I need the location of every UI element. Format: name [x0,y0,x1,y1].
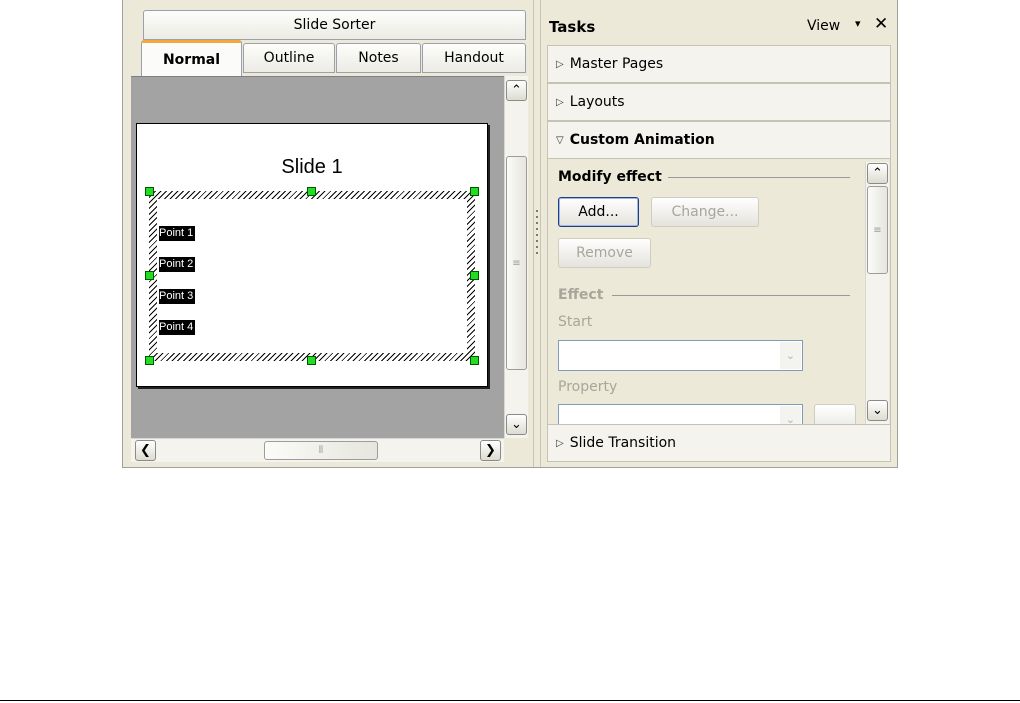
grip-dot [536,228,538,230]
task-pane-title: Tasks [549,18,596,36]
content-area[interactable]: Point 1 Point 2 Point 3 Point 4 [157,199,467,353]
grip-dot [536,216,538,218]
chevron-down-icon: ⌄ [511,417,522,432]
chevron-down-icon[interactable]: ⌄ [780,342,801,369]
group-divider [612,295,850,296]
start-select[interactable]: ⌄ [558,340,803,371]
scroll-down-button[interactable]: ⌄ [506,414,527,435]
resize-handle-bottom-right[interactable] [470,356,479,365]
section-label: Master Pages [569,56,664,72]
expand-triangle-icon: ▷ [556,58,564,70]
grip-dot [536,252,538,254]
scroll-up-button[interactable]: ⌃ [867,163,888,184]
section-label: Custom Animation [569,132,715,148]
tab-outline[interactable]: Outline [243,43,335,73]
scroll-left-button[interactable]: ❮ [135,440,156,461]
slide-edit-area[interactable]: Slide 1 Point 1 Point 2 Point 3 Point 4 [131,76,504,438]
chevron-up-icon: ⌃ [872,166,883,181]
tab-slide-sorter[interactable]: Slide Sorter [143,10,526,40]
resize-handle-bottom[interactable] [307,356,316,365]
scroll-up-button[interactable]: ⌃ [506,80,527,101]
collapse-triangle-icon: ▽ [556,134,564,146]
section-label: Layouts [569,94,625,110]
chevron-left-icon: ❮ [140,443,151,458]
resize-handle-left[interactable] [145,271,154,280]
task-pane-scrollbar[interactable]: ⌃ ≡ ⌄ [865,162,889,424]
grip-icon: ≡ [873,224,882,236]
grip-dot [536,222,538,224]
resize-handle-bottom-left[interactable] [145,356,154,365]
effect-label: Effect [558,287,604,303]
grip-dot [536,234,538,236]
expand-triangle-icon: ▷ [556,96,564,108]
content-placeholder[interactable]: Point 1 Point 2 Point 3 Point 4 [145,187,479,365]
expand-triangle-icon: ▷ [556,437,564,449]
resize-handle-top[interactable] [307,187,316,196]
property-options-button[interactable] [814,404,856,424]
impress-window: Slide Sorter Normal Outline Notes Handou… [122,0,898,468]
bullet-point[interactable]: Point 3 [159,289,196,304]
pane-splitter[interactable] [533,0,541,467]
bullet-point[interactable]: Point 2 [159,257,196,272]
close-icon[interactable]: ✕ [874,14,888,34]
property-select[interactable]: ⌄ [558,404,803,424]
page-bottom-rule [0,700,1020,701]
tab-normal[interactable]: Normal [141,40,242,76]
view-menu-button[interactable]: View [807,18,840,34]
horizontal-scrollbar[interactable]: ❮ ⦀ ❯ [131,438,504,462]
vertical-scrollbar[interactable]: ⌃ ≡ ⌄ [504,76,528,438]
chevron-down-icon[interactable]: ⌄ [780,406,801,424]
scroll-right-button[interactable]: ❯ [480,440,501,461]
remove-effect-button[interactable]: Remove [558,238,651,268]
property-label: Property [558,379,618,395]
scroll-thumb[interactable]: ≡ [867,186,888,274]
resize-handle-right[interactable] [470,271,479,280]
task-pane: Tasks View ▾ ✕ ▷ Master Pages ▷ Layouts … [543,0,897,467]
resize-handle-top-right[interactable] [470,187,479,196]
chevron-up-icon: ⌃ [511,83,522,98]
grip-dot [536,210,538,212]
tab-handout[interactable]: Handout [422,43,526,73]
custom-animation-panel: Modify effect Add... Change... Remove Ef… [547,159,891,424]
chevron-right-icon: ❯ [485,443,496,458]
modify-effect-label: Modify effect [558,169,662,185]
grip-dot [536,240,538,242]
change-effect-button[interactable]: Change... [651,197,759,227]
section-layouts[interactable]: ▷ Layouts [547,83,891,121]
start-label: Start [558,314,593,330]
slide-title[interactable]: Slide 1 [137,156,487,179]
scroll-thumb[interactable]: ≡ [506,156,527,370]
grip-dot [536,246,538,248]
dropdown-arrow-icon[interactable]: ▾ [855,17,861,30]
slide-canvas[interactable]: Slide 1 Point 1 Point 2 Point 3 Point 4 [136,123,488,387]
bullet-point[interactable]: Point 1 [159,226,196,241]
section-slide-transition[interactable]: ▷ Slide Transition [547,424,891,462]
grip-icon: ≡ [512,257,521,269]
scroll-thumb[interactable]: ⦀ [264,441,378,460]
group-divider [668,177,850,178]
grip-icon: ⦀ [318,445,324,456]
section-custom-animation[interactable]: ▽ Custom Animation [547,121,891,159]
resize-handle-top-left[interactable] [145,187,154,196]
section-master-pages[interactable]: ▷ Master Pages [547,45,891,83]
chevron-down-icon: ⌄ [872,403,883,418]
tab-notes[interactable]: Notes [336,43,421,73]
workspace-pane: Slide Sorter Normal Outline Notes Handou… [131,0,533,467]
scroll-down-button[interactable]: ⌄ [867,400,888,421]
add-effect-button[interactable]: Add... [558,197,639,227]
section-label: Slide Transition [569,435,677,451]
bullet-point[interactable]: Point 4 [159,320,196,335]
